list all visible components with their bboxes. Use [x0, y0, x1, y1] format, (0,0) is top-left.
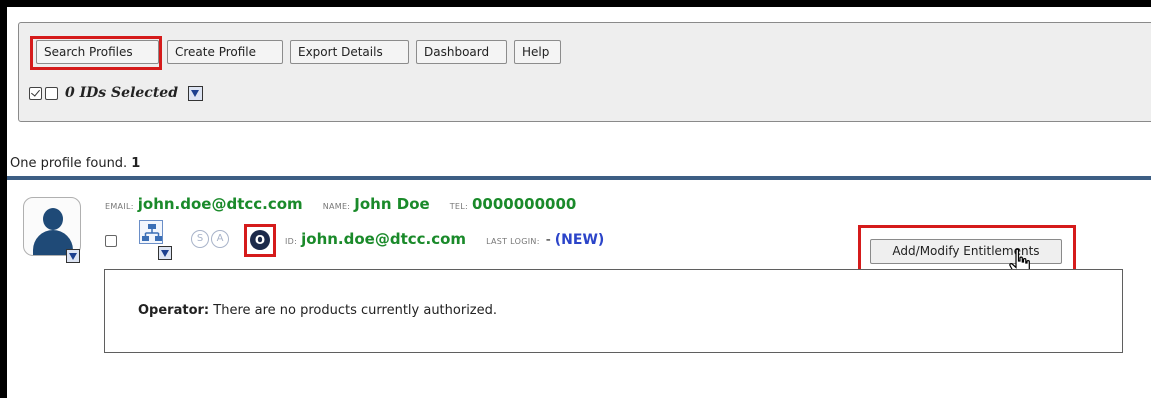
results-separator: [7, 176, 1151, 180]
selection-dropdown-icon[interactable]: [188, 85, 203, 101]
role-badge-a[interactable]: A: [211, 230, 229, 248]
profile-checkbox[interactable]: [105, 235, 117, 247]
dashboard-button[interactable]: Dashboard: [416, 40, 507, 64]
avatar-head: [43, 208, 63, 230]
name-value: John Doe: [354, 195, 430, 213]
operator-label: Operator:: [138, 303, 210, 318]
results-count-link[interactable]: 1: [131, 156, 140, 171]
org-tree-icon[interactable]: [139, 220, 163, 244]
name-label: NAME:: [322, 202, 351, 211]
uncheck-all-icon[interactable]: [45, 86, 58, 100]
results-found-text: One profile found.: [10, 156, 128, 171]
create-profile-button[interactable]: Create Profile: [167, 40, 283, 64]
user-avatar-icon[interactable]: [23, 197, 81, 256]
ids-selected-text: 0 IDs Selected: [65, 85, 178, 101]
check-all-icon[interactable]: [29, 86, 42, 100]
avatar-dropdown-icon[interactable]: [66, 249, 80, 263]
last-login-dash: -: [545, 232, 551, 248]
toolbar: Search Profiles Create Profile Export De…: [18, 22, 1151, 122]
email-label: EMAIL:: [105, 202, 134, 211]
operator-text: There are no products currently authoriz…: [213, 303, 498, 318]
last-login-label: LAST LOGIN:: [486, 237, 540, 246]
tel-label: TEL:: [449, 202, 468, 211]
id-value: john.doe@dtcc.com: [301, 230, 467, 248]
profile-select-row: [105, 228, 135, 254]
help-button[interactable]: Help: [514, 40, 561, 64]
profile-id-row: ID: john.doe@dtcc.com LAST LOGIN: - (NEW…: [285, 230, 604, 248]
tel-value: 0000000000: [472, 195, 577, 213]
last-login-value: (NEW): [554, 232, 605, 248]
org-tree-dropdown-icon[interactable]: [158, 246, 172, 260]
highlight-search-profiles: [30, 36, 162, 70]
operator-message: Operator: There are no products currentl…: [138, 303, 497, 318]
export-details-button[interactable]: Export Details: [290, 40, 409, 64]
results-count: One profile found. 1: [10, 156, 140, 171]
id-label: ID:: [285, 237, 298, 246]
role-badge-s[interactable]: S: [191, 230, 209, 248]
email-value: john.doe@dtcc.com: [137, 195, 303, 213]
profile-contact-row: EMAIL: john.doe@dtcc.com NAME: John Doe …: [105, 195, 596, 215]
selection-row: 0 IDs Selected: [29, 83, 203, 103]
highlight-operator-badge: [244, 224, 276, 257]
